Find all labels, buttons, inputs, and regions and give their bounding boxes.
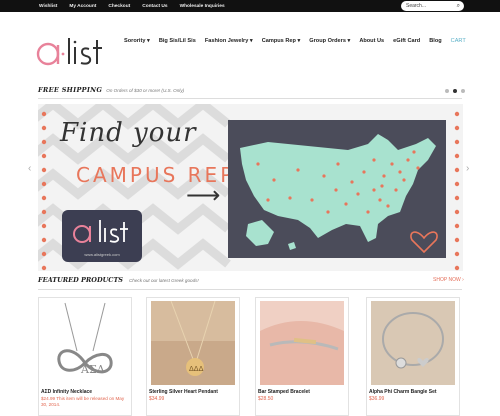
product-title[interactable]: AΣD Infinity Necklace <box>41 389 92 395</box>
product-price: $34.99 <box>149 396 165 402</box>
slider-dot-3[interactable] <box>461 89 465 93</box>
top-links: Wishlist My Account Checkout Contact Us … <box>39 0 225 12</box>
nav-fashion-jewelry[interactable]: Fashion Jewelry ▾ <box>205 38 253 44</box>
product-card[interactable]: AΣΔ AΣD Infinity Necklace $24.99 This it… <box>38 297 132 416</box>
search-input[interactable]: Search... ⌕ <box>401 1 464 11</box>
featured-products-header: FEATURED PRODUCTS Check out our latest G… <box>38 276 199 284</box>
product-image[interactable]: ΔΔΔ <box>151 301 235 385</box>
product-title[interactable]: Bar Stamped Bracelet <box>258 389 310 395</box>
product-title[interactable]: Sterling Silver Heart Pendant <box>149 389 218 395</box>
wishlist-link[interactable]: Wishlist <box>39 4 57 9</box>
wholesale-inquiries-link[interactable]: Wholesale Inquiries <box>180 4 225 9</box>
checkout-link[interactable]: Checkout <box>108 4 130 9</box>
nav-blog[interactable]: Blog <box>429 38 441 44</box>
product-title[interactable]: Alpha Phi Charm Bangle Set <box>369 389 437 395</box>
slider-dots <box>445 89 465 93</box>
product-image[interactable]: AΣΔ <box>43 301 127 385</box>
search-placeholder: Search... <box>406 3 427 9</box>
product-release-note: $24.99 This item will be released on May… <box>41 396 125 407</box>
product-price: $36.99 <box>369 396 385 402</box>
nav-egift-card[interactable]: eGift Card <box>393 38 420 44</box>
arrow-right-icon: ⟶ <box>186 182 221 209</box>
featured-heading: FEATURED PRODUCTS <box>38 276 123 284</box>
banner-logo: www.alistgreek.com <box>62 210 142 262</box>
nav-big-sis-lil-sis[interactable]: Big Sis/Lil Sis <box>159 38 196 44</box>
product-price: $28.50 <box>258 396 274 402</box>
slider-prev-icon[interactable]: ‹ <box>28 163 31 174</box>
nav-sorority[interactable]: Sorority ▾ <box>124 38 150 44</box>
slider-next-icon[interactable]: › <box>466 163 469 174</box>
us-map <box>228 120 446 258</box>
main-nav: Sorority ▾ Big Sis/Lil Sis Fashion Jewel… <box>124 36 466 46</box>
banner-headline: Find your <box>60 118 197 148</box>
contact-us-link[interactable]: Contact Us <box>142 4 167 9</box>
banner-logo-url: www.alistgreek.com <box>84 252 120 257</box>
nav-about-us[interactable]: About Us <box>359 38 384 44</box>
free-shipping-notice: FREE SHIPPING On Orders of $30 or more! … <box>38 86 184 94</box>
product-card[interactable]: Alpha Phi Charm Bangle Set $36.99 <box>366 297 460 416</box>
slider-dot-1[interactable] <box>445 89 449 93</box>
divider <box>38 289 462 290</box>
svg-text:AΣΔ: AΣΔ <box>80 363 105 376</box>
site-logo[interactable] <box>36 34 108 70</box>
hero-banner[interactable]: Find your CAMPUS REP ⟶ www.alistgreek.co… <box>38 104 463 271</box>
slider-dot-2[interactable] <box>453 89 457 93</box>
my-account-link[interactable]: My Account <box>69 4 96 9</box>
cart-link[interactable]: CART <box>451 38 466 44</box>
product-image[interactable] <box>371 301 455 385</box>
featured-subtext: Check out our latest Greek goods! <box>128 278 199 283</box>
svg-text:ΔΔΔ: ΔΔΔ <box>189 365 204 373</box>
search-icon[interactable]: ⌕ <box>457 1 460 11</box>
product-card[interactable]: ΔΔΔ Sterling Silver Heart Pendant $34.99 <box>146 297 240 416</box>
divider <box>38 98 462 99</box>
top-bar: Wishlist My Account Checkout Contact Us … <box>0 0 500 12</box>
product-card[interactable]: Bar Stamped Bracelet $28.50 <box>255 297 349 416</box>
product-image[interactable] <box>260 301 344 385</box>
nav-group-orders[interactable]: Group Orders ▾ <box>309 38 350 44</box>
shop-now-link[interactable]: SHOP NOW › <box>433 277 464 283</box>
nav-campus-rep[interactable]: Campus Rep ▾ <box>262 38 301 44</box>
free-shipping-subtext: On Orders of $30 or more! (U.S. Only) <box>106 88 185 93</box>
free-shipping-heading: FREE SHIPPING <box>38 86 103 94</box>
